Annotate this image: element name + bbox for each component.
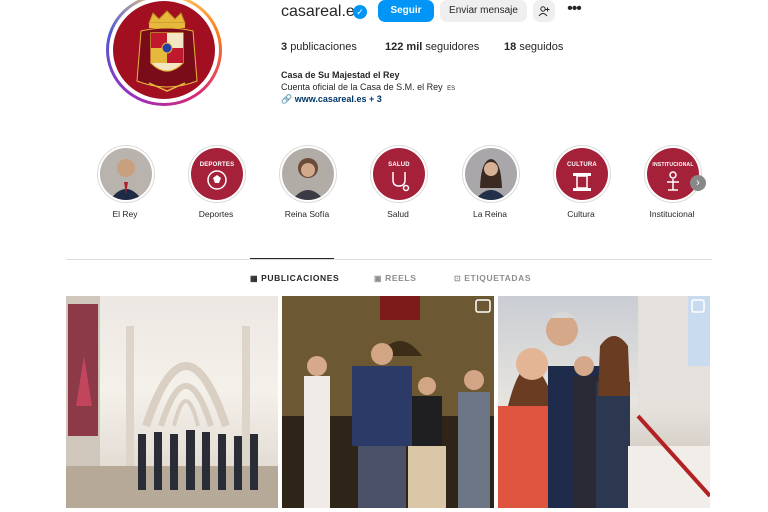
posts-stat[interactable]: 3 publicaciones [281,41,357,53]
tab-label: REELS [385,273,417,283]
link-icon: 🔗 [281,94,293,104]
highlight-label: Reina Sofía [284,209,330,219]
profile-bio: Cuenta oficial de la Casa de S.M. el Rey… [281,82,455,92]
column-icon [573,173,591,191]
verified-badge-icon: ✓ [353,5,367,19]
tab-reels[interactable]: ▣ REELS [374,273,416,283]
royal-family-balcony-photo [498,296,710,508]
highlight-label: La Reina [472,209,508,219]
add-person-icon [538,6,550,17]
followers-count: 122 mil [385,41,423,53]
tab-label: PUBLICACIONES [261,273,340,283]
add-user-button[interactable] [533,0,555,22]
following-stat[interactable]: 18 seguidos [504,41,563,53]
posts-count: 3 [281,41,288,53]
highlight-label: Institucional [649,209,695,219]
profile-username: casareal.es [281,3,363,20]
stethoscope-icon [392,172,410,192]
bio-text: Cuenta oficial de la Casa de S.M. el Rey [281,82,443,92]
portrait-icon [282,148,334,200]
royal-coat-of-arms-icon [113,1,215,99]
ball-icon [207,170,227,190]
tab-etiquetadas[interactable]: ⊡ ETIQUETADAS [454,273,531,283]
highlight-label: Cultura [567,209,595,219]
palace-gallery-photo [66,296,278,508]
highlight-word: SALUD [388,162,410,168]
flag-label: ES [447,86,456,92]
followers-label: seguidores [425,41,480,53]
post-thumbnail[interactable] [498,296,710,508]
reels-icon: ▣ [374,274,383,283]
profile-avatar[interactable] [106,0,222,106]
portrait-icon [100,148,152,200]
following-count: 18 [504,41,517,53]
tab-publicaciones[interactable]: ▦ PUBLICACIONES [250,273,339,283]
highlight-word: DEPORTES [199,162,235,168]
post-thumbnail[interactable] [66,296,278,508]
person-icon [667,171,679,191]
royal-family-photo [282,296,494,508]
highlight-word: INSTITUCIONAL [652,162,694,168]
send-message-button[interactable]: Enviar mensaje [440,0,527,22]
highlight-salud[interactable]: SALUD [370,145,428,203]
highlight-deportes[interactable]: DEPORTES [188,145,246,203]
highlight-la-reina[interactable] [462,145,520,203]
profile-website-link[interactable]: 🔗 www.casareal.es + 3 [281,94,382,105]
tab-label: ETIQUETADAS [464,273,532,283]
highlight-el-rey[interactable] [97,145,155,203]
website-text: www.casareal.es [294,94,367,104]
portrait-icon [465,148,517,200]
following-label: seguidos [519,41,564,53]
highlight-label: Salud [387,209,409,219]
post-thumbnail[interactable] [282,296,494,508]
active-tab-indicator [250,258,334,259]
highlight-institucional[interactable]: INSTITUCIONAL [644,145,702,203]
grid-icon: ▦ [250,274,259,283]
highlight-label: El Rey [112,209,138,219]
follow-button[interactable]: Seguir [378,0,434,22]
posts-label: publicaciones [290,41,357,53]
highlight-label: Deportes [198,209,234,219]
highlight-word: CULTURA [567,162,597,168]
tabs-divider [66,259,712,260]
chevron-right-icon[interactable]: › [690,175,706,191]
more-options-icon[interactable]: ••• [565,0,583,22]
website-more: + 3 [368,94,382,104]
highlight-cultura[interactable]: CULTURA [553,145,611,203]
followers-stat[interactable]: 122 mil seguidores [385,41,479,53]
tag-icon: ⊡ [454,274,462,283]
profile-full-name: Casa de Su Majestad el Rey [281,70,400,80]
highlight-reina-sofia[interactable] [279,145,337,203]
